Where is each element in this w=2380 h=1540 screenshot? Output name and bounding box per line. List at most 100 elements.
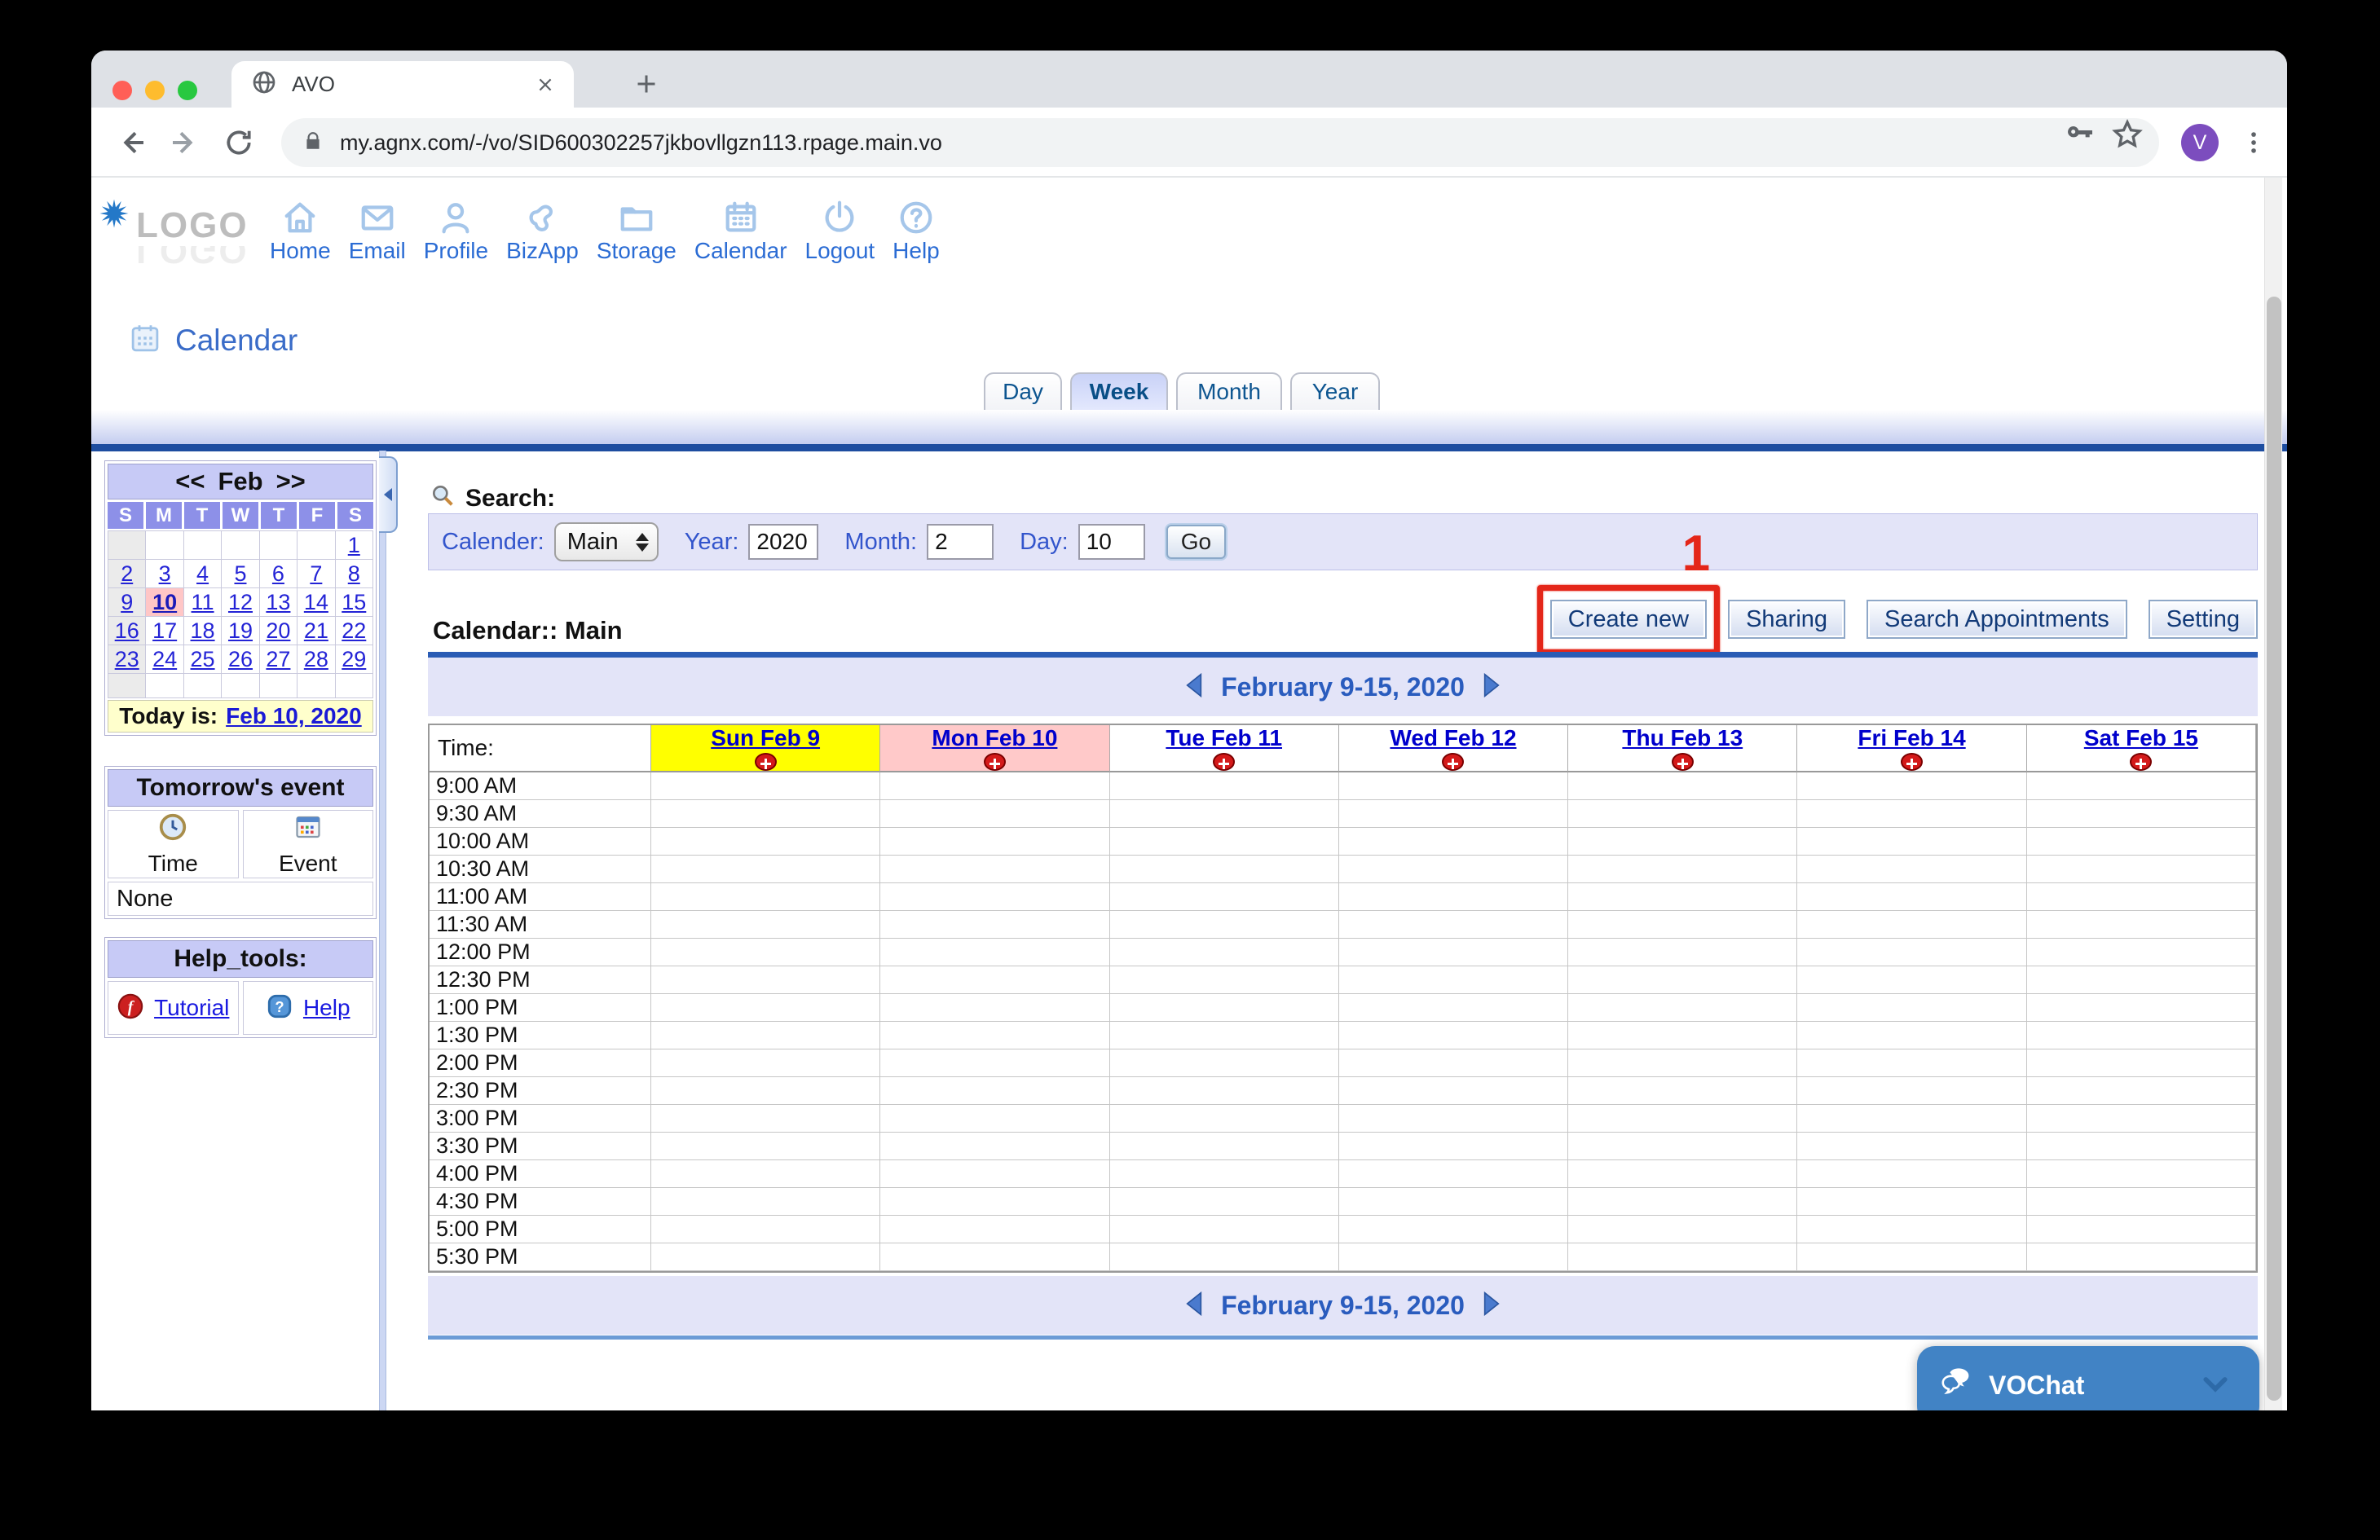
time-slot[interactable]	[1339, 1133, 1568, 1160]
time-slot[interactable]	[1797, 1160, 2026, 1188]
time-slot[interactable]	[1110, 1049, 1339, 1077]
time-slot[interactable]	[1110, 1188, 1339, 1216]
time-slot[interactable]	[2027, 1133, 2256, 1160]
time-slot[interactable]	[880, 939, 1109, 966]
time-slot[interactable]	[1568, 1077, 1797, 1105]
time-slot[interactable]	[1339, 800, 1568, 828]
time-slot[interactable]	[1110, 828, 1339, 856]
time-slot[interactable]	[1110, 939, 1339, 966]
time-slot[interactable]	[1568, 939, 1797, 966]
go-button[interactable]: Go	[1166, 525, 1226, 559]
time-slot[interactable]	[1797, 1216, 2026, 1243]
time-slot[interactable]	[1110, 856, 1339, 883]
time-slot[interactable]	[2027, 828, 2256, 856]
time-slot[interactable]	[1339, 1216, 1568, 1243]
nav-item-bizapp[interactable]: BizApp	[506, 199, 579, 264]
time-slot[interactable]	[2027, 772, 2256, 800]
time-slot[interactable]	[880, 856, 1109, 883]
mini-calendar-day[interactable]: 2	[108, 560, 146, 588]
day-link[interactable]: Mon Feb 10	[932, 725, 1057, 751]
time-slot[interactable]	[880, 1105, 1109, 1133]
mini-calendar-day[interactable]: 16	[108, 617, 146, 645]
time-slot[interactable]	[1568, 1105, 1797, 1133]
mini-calendar-day[interactable]: 11	[184, 588, 222, 617]
time-slot[interactable]	[1797, 1243, 2026, 1271]
time-slot[interactable]	[1568, 1133, 1797, 1160]
mini-calendar-day[interactable]: 12	[222, 588, 259, 617]
scrollbar-thumb[interactable]	[2267, 297, 2281, 1401]
mini-calendar-day[interactable]: 10	[146, 588, 183, 617]
mini-calendar-day[interactable]: 14	[298, 588, 335, 617]
mini-calendar-day[interactable]: 19	[222, 617, 259, 645]
mini-calendar-day[interactable]: 6	[260, 560, 298, 588]
time-slot[interactable]	[651, 1188, 880, 1216]
time-slot[interactable]	[1339, 1188, 1568, 1216]
time-slot[interactable]	[651, 1133, 880, 1160]
sidebar-collapse-button[interactable]	[379, 456, 398, 533]
time-slot[interactable]	[1568, 828, 1797, 856]
time-slot[interactable]	[651, 800, 880, 828]
time-slot[interactable]	[1110, 1160, 1339, 1188]
add-appointment-icon[interactable]	[1672, 753, 1694, 771]
tab-year[interactable]: Year	[1290, 372, 1380, 410]
mini-calendar-day[interactable]: 28	[298, 645, 335, 674]
nav-item-profile[interactable]: Profile	[424, 199, 488, 264]
new-tab-button[interactable]	[632, 70, 660, 98]
next-week-button[interactable]	[1481, 673, 1502, 702]
time-slot[interactable]	[1568, 994, 1797, 1022]
time-slot[interactable]	[1568, 966, 1797, 994]
time-slot[interactable]	[880, 994, 1109, 1022]
day-link[interactable]: Sat Feb 15	[2084, 725, 2198, 751]
time-slot[interactable]	[2027, 1188, 2256, 1216]
mini-calendar-day[interactable]: 13	[260, 588, 298, 617]
mini-calendar-day[interactable]: 4	[184, 560, 222, 588]
time-slot[interactable]	[1110, 1105, 1339, 1133]
mini-calendar-day[interactable]: 27	[260, 645, 298, 674]
avatar[interactable]: V	[2181, 124, 2219, 161]
time-slot[interactable]	[880, 911, 1109, 939]
time-slot[interactable]	[1797, 800, 2026, 828]
add-appointment-icon[interactable]	[1442, 753, 1464, 771]
time-slot[interactable]	[1110, 994, 1339, 1022]
mini-calendar-day[interactable]: 3	[146, 560, 183, 588]
time-slot[interactable]	[1339, 828, 1568, 856]
time-slot[interactable]	[651, 939, 880, 966]
time-slot[interactable]	[1568, 883, 1797, 911]
chevron-down-icon[interactable]	[2199, 1367, 2232, 1404]
time-slot[interactable]	[1797, 1133, 2026, 1160]
time-slot[interactable]	[2027, 966, 2256, 994]
time-slot[interactable]	[1797, 828, 2026, 856]
time-slot[interactable]	[1339, 1049, 1568, 1077]
close-tab-icon[interactable]	[531, 71, 559, 99]
help-link[interactable]: Help	[303, 995, 350, 1021]
time-slot[interactable]	[880, 883, 1109, 911]
add-appointment-icon[interactable]	[2130, 753, 2152, 771]
mini-calendar-day[interactable]: 24	[146, 645, 183, 674]
day-link[interactable]: Tue Feb 11	[1166, 725, 1282, 751]
prev-week-button[interactable]	[1183, 1291, 1205, 1320]
mini-calendar-day[interactable]: 17	[146, 617, 183, 645]
url-bar[interactable]: my.agnx.com/-/vo/SID600302257jkbovllgzn1…	[281, 118, 2159, 167]
time-slot[interactable]	[651, 1216, 880, 1243]
time-slot[interactable]	[880, 800, 1109, 828]
time-slot[interactable]	[1797, 856, 2026, 883]
day-link[interactable]: Sun Feb 9	[711, 725, 820, 751]
mini-calendar-day[interactable]: 25	[184, 645, 222, 674]
nav-item-logout[interactable]: Logout	[805, 199, 875, 264]
vochat-widget[interactable]: VOChat	[1917, 1346, 2259, 1410]
time-slot[interactable]	[1110, 1243, 1339, 1271]
time-slot[interactable]	[1797, 1077, 2026, 1105]
mini-calendar-day[interactable]: 7	[298, 560, 335, 588]
time-slot[interactable]	[1110, 1022, 1339, 1049]
year-input[interactable]	[748, 524, 818, 560]
time-slot[interactable]	[651, 1243, 880, 1271]
mini-calendar-day[interactable]: 23	[108, 645, 146, 674]
time-slot[interactable]	[1339, 856, 1568, 883]
setting-button[interactable]: Setting	[2149, 600, 2258, 639]
prev-week-button[interactable]	[1183, 673, 1205, 702]
time-slot[interactable]	[2027, 994, 2256, 1022]
nav-item-storage[interactable]: Storage	[597, 199, 677, 264]
time-slot[interactable]	[1797, 939, 2026, 966]
time-slot[interactable]	[1797, 1022, 2026, 1049]
mini-calendar-day[interactable]: 22	[336, 617, 373, 645]
